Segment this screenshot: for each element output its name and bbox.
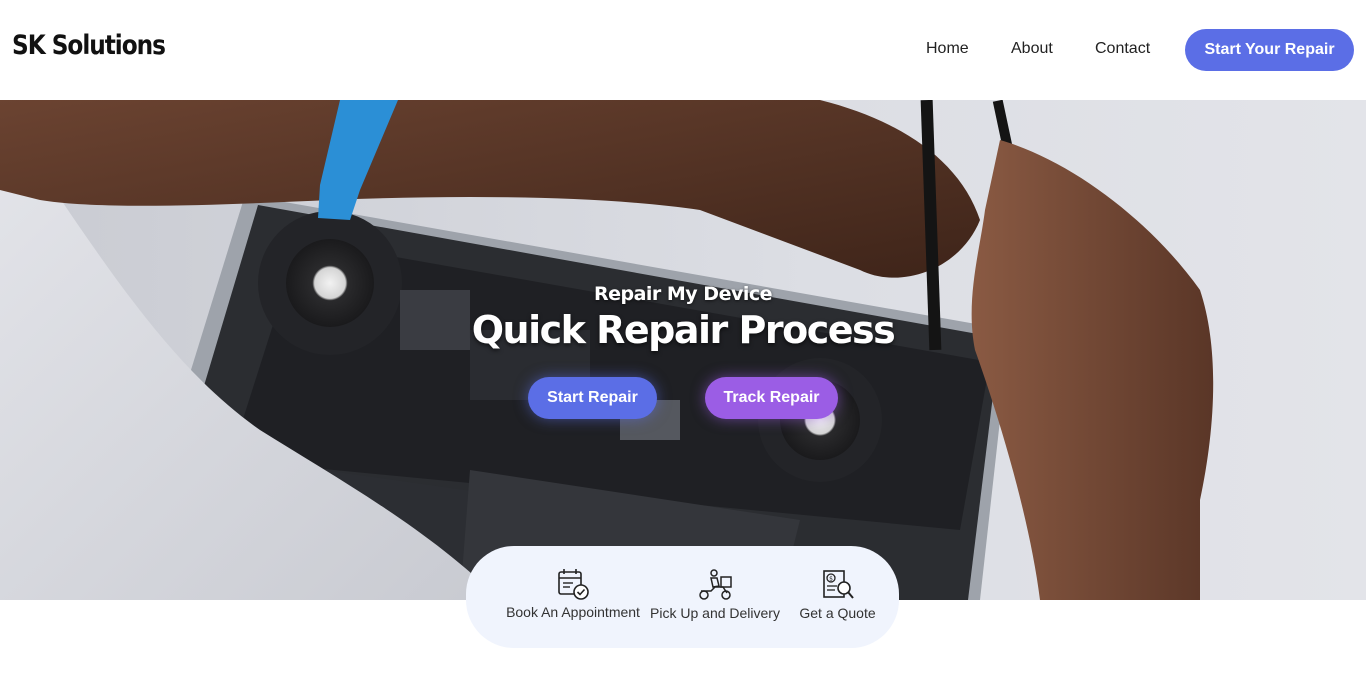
start-your-repair-button[interactable]: Start Your Repair [1185,29,1354,71]
nav-about-link[interactable]: About [1011,40,1053,58]
calendar-check-icon [558,569,589,600]
quote-document-icon: $ [822,570,854,599]
service-label: Get a Quote [799,605,876,621]
nav-contact-link[interactable]: Contact [1095,40,1150,58]
start-repair-button[interactable]: Start Repair [528,377,657,419]
service-pickup-delivery[interactable]: Pick Up and Delivery [646,569,784,621]
services-bar: Book An Appointment Pick Up and Delivery… [466,546,899,648]
hero-title: Quick Repair Process [471,308,896,352]
service-label: Pick Up and Delivery [650,605,780,621]
service-book-appointment[interactable]: Book An Appointment [488,568,658,620]
track-repair-button[interactable]: Track Repair [705,377,838,419]
delivery-scooter-icon [699,569,732,600]
site-header: SK Solutions Home About Contact Start Yo… [0,0,1366,100]
hero-section: Repair My Device Quick Repair Process St… [0,100,1366,600]
site-logo[interactable]: SK Solutions [12,30,166,61]
nav-home-link[interactable]: Home [926,40,969,58]
service-get-quote[interactable]: $ Get a Quote [795,569,880,621]
service-label: Book An Appointment [506,604,640,620]
hero-subtitle: Repair My Device [593,283,773,305]
svg-text:$: $ [829,576,833,583]
